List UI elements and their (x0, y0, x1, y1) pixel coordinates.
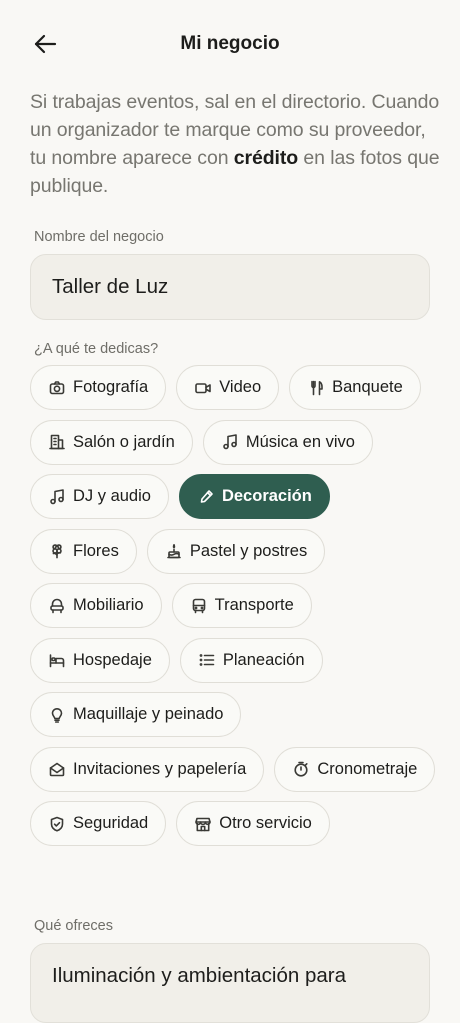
category-chip-label: Fotografía (73, 378, 149, 396)
category-chip[interactable]: Banquete (289, 365, 421, 410)
page-title: Mi negocio (180, 33, 280, 54)
category-chip-label: DJ y audio (73, 487, 151, 505)
category-chip-label: Maquillaje y peinado (73, 705, 224, 723)
intro-emphasis: crédito (233, 147, 299, 169)
category-chip[interactable]: Video (176, 365, 280, 410)
timer-icon (293, 761, 309, 777)
offers-value: Iluminación y ambientación para (52, 964, 346, 987)
video-icon (195, 380, 212, 396)
shield-icon (49, 816, 65, 832)
bus-icon (191, 598, 207, 614)
category-chip[interactable]: Planeación (179, 637, 323, 683)
camera-icon (49, 380, 65, 396)
offers-field[interactable]: Iluminación y ambientación para (30, 943, 430, 1023)
category-chip[interactable]: Decoración (178, 474, 330, 519)
category-chip-label: Pastel y postres (189, 541, 308, 560)
category-chip[interactable]: Cronometraje (274, 746, 436, 792)
category-chip-label: Seguridad (73, 814, 149, 832)
category-chip[interactable]: Invitaciones y papelería (30, 746, 265, 792)
category-chip-label: Cronometraje (317, 759, 418, 778)
category-chip[interactable]: Pastel y postres (146, 528, 326, 574)
business-name-value: Taller de Luz (52, 275, 169, 298)
category-chip[interactable]: DJ y audio (30, 474, 169, 519)
category-chip-label: Invitaciones y papelería (73, 759, 247, 778)
category-chip-label: Planeación (222, 650, 305, 669)
bed-icon (49, 652, 65, 668)
category-chip[interactable]: Flores (30, 528, 137, 574)
business-name-label: Nombre del negocio (34, 229, 164, 245)
category-chip-label: Video (219, 378, 262, 396)
category-chip[interactable]: Transporte (171, 583, 312, 628)
category-chip-label: Flores (73, 541, 119, 560)
app-header: Mi negocio (0, 0, 460, 90)
category-chip[interactable]: Fotografía (30, 365, 167, 410)
category-chip[interactable]: Mobiliario (30, 583, 162, 628)
cake-icon (166, 543, 182, 559)
category-chip[interactable]: Hospedaje (30, 637, 170, 683)
category-chip-label: Salón o jardín (73, 432, 175, 451)
lightbulb-icon (49, 707, 65, 723)
armchair-icon (49, 598, 65, 614)
category-chip[interactable]: Música en vivo (202, 419, 373, 465)
category-chip-label: Otro servicio (219, 814, 312, 832)
offers-label: Qué ofreces (34, 918, 113, 934)
category-chip-label: Música en vivo (245, 432, 355, 451)
utensils-icon (308, 380, 324, 396)
category-chip[interactable]: Salón o jardín (30, 419, 193, 465)
music-note-icon (49, 488, 65, 505)
category-chip-label: Decoración (221, 487, 312, 505)
store-icon (195, 816, 212, 832)
category-chip-label: Hospedaje (73, 650, 152, 669)
category-chip-label: Banquete (332, 378, 403, 396)
category-chip-label: Transporte (214, 596, 294, 614)
business-name-field[interactable]: Taller de Luz (30, 254, 430, 320)
category-chip[interactable]: Otro servicio (176, 801, 330, 846)
building-icon (49, 434, 65, 450)
intro-text: Si trabajas eventos, sal en el directori… (30, 88, 440, 200)
list-icon (199, 652, 215, 668)
category-chip-list: Fotografía Video Banquete Salón o jardín Mús… (30, 365, 440, 846)
flower-icon (49, 543, 65, 559)
categories-label: ¿A qué te dedicas? (34, 341, 159, 357)
envelope-icon (49, 761, 65, 777)
music-note-icon (222, 434, 238, 450)
category-chip[interactable]: Seguridad (30, 801, 167, 846)
category-chip-label: Mobiliario (73, 596, 144, 614)
category-chip[interactable]: Maquillaje y peinado (30, 692, 242, 737)
brush-icon (198, 489, 214, 505)
